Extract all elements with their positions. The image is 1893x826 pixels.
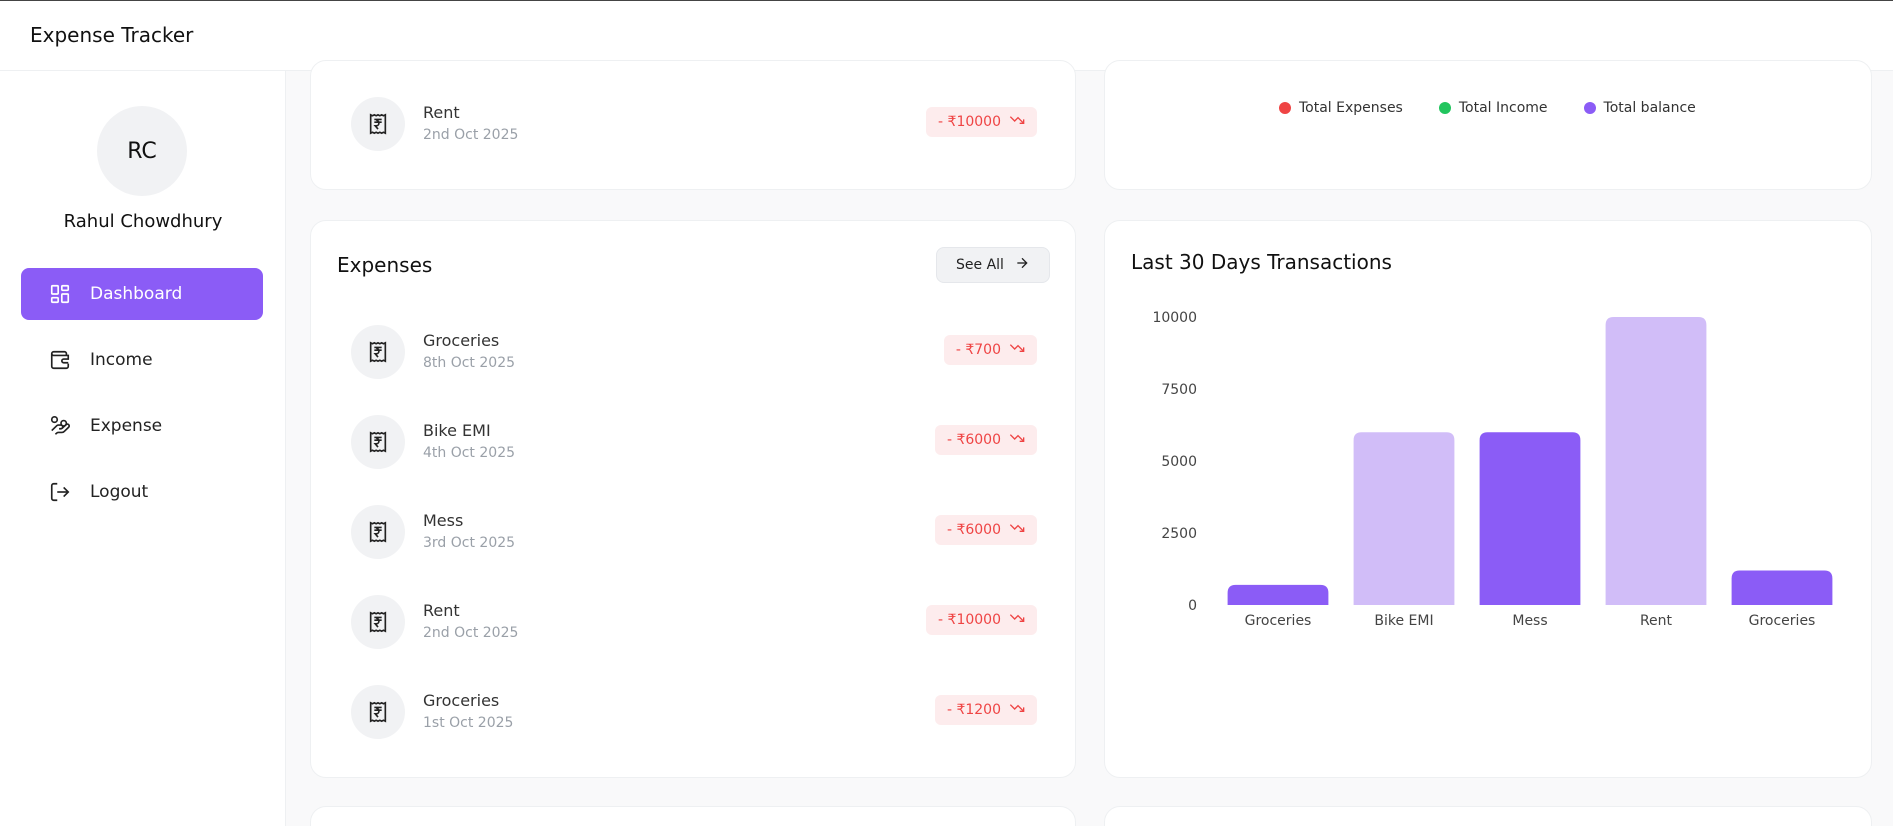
sidebar-item-expense[interactable]: Expense bbox=[21, 400, 263, 452]
y-tick-label: 2500 bbox=[1161, 526, 1197, 542]
transaction-date: 3rd Oct 2025 bbox=[423, 535, 516, 551]
expenses-card: Expenses See All Groceries 8th Oct 2025 - … bbox=[310, 220, 1076, 778]
transaction-date: 1st Oct 2025 bbox=[423, 715, 514, 731]
transaction-date: 2nd Oct 2025 bbox=[423, 127, 519, 143]
chart-bar[interactable] bbox=[1353, 432, 1455, 605]
avatar: RC bbox=[97, 106, 187, 196]
amount-badge: - ₹6000 bbox=[934, 515, 1037, 545]
list-item[interactable]: Mess 3rd Oct 2025 - ₹6000 bbox=[351, 505, 1037, 565]
list-item[interactable]: Rent 2nd Oct 2025 - ₹10000 bbox=[351, 595, 1037, 655]
x-tick-label: Rent bbox=[1640, 613, 1673, 629]
wallet-icon bbox=[48, 348, 72, 372]
y-tick-label: 0 bbox=[1188, 598, 1197, 614]
transaction-name: Bike EMI bbox=[423, 421, 491, 440]
transaction-name: Mess bbox=[423, 511, 464, 530]
transaction-date: 2nd Oct 2025 bbox=[423, 625, 519, 641]
trending-down-icon bbox=[1009, 112, 1025, 132]
amount-text: - ₹10000 bbox=[938, 612, 1001, 628]
trending-down-icon bbox=[1009, 700, 1025, 720]
y-tick-label: 10000 bbox=[1152, 310, 1197, 326]
amount-badge: - ₹10000 bbox=[926, 605, 1037, 635]
list-item[interactable]: Groceries 8th Oct 2025 - ₹700 bbox=[351, 325, 1037, 385]
see-all-button[interactable]: See All bbox=[936, 247, 1050, 283]
see-all-label: See All bbox=[956, 257, 1004, 273]
sidebar-item-label: Expense bbox=[90, 416, 163, 436]
receipt-icon bbox=[351, 415, 405, 469]
y-tick-label: 7500 bbox=[1161, 382, 1197, 398]
transaction-date: 8th Oct 2025 bbox=[423, 355, 516, 371]
sidebar-item-dashboard[interactable]: Dashboard bbox=[21, 268, 263, 320]
legend-dot bbox=[1438, 102, 1451, 114]
chart-bar[interactable] bbox=[1605, 317, 1707, 605]
transaction-name: Groceries bbox=[423, 331, 500, 350]
trending-down-icon bbox=[1009, 610, 1025, 630]
bar-chart: 0 2500 5000 7500 10000 Groceries Bike EMI Mess R… bbox=[1152, 310, 1833, 629]
amount-text: - ₹6000 bbox=[946, 432, 1001, 448]
chart-bar[interactable] bbox=[1227, 584, 1329, 605]
expenses-title: Expenses bbox=[337, 253, 433, 277]
sidebar-item-logout[interactable]: Logout bbox=[21, 466, 263, 518]
amount-badge: - ₹6000 bbox=[934, 425, 1037, 455]
legend-item-income: Total Income bbox=[1438, 100, 1548, 116]
receipt-icon bbox=[351, 505, 405, 559]
list-item[interactable]: Bike EMI 4th Oct 2025 - ₹6000 bbox=[351, 415, 1037, 475]
bottom-left-card bbox=[310, 806, 1076, 826]
sidebar-item-label: Dashboard bbox=[90, 284, 183, 304]
transaction-name: Rent bbox=[423, 103, 460, 122]
list-item[interactable]: Groceries 1st Oct 2025 - ₹1200 bbox=[351, 685, 1037, 745]
sidebar: RC Rahul Chowdhury Dashboard Income Expe… bbox=[0, 71, 286, 826]
legend-item-expenses: Total Expenses bbox=[1279, 100, 1403, 116]
chart-card: Last 30 Days Transactions 0 2500 5000 7500 1… bbox=[1104, 220, 1872, 778]
list-item[interactable]: Rent 2nd Oct 2025 - ₹10000 bbox=[351, 97, 1037, 157]
x-tick-label: Groceries bbox=[1245, 613, 1312, 629]
avatar-initials: RC bbox=[127, 138, 157, 164]
trending-down-icon bbox=[1009, 340, 1025, 360]
amount-text: - ₹6000 bbox=[946, 522, 1001, 538]
amount-badge: - ₹1200 bbox=[934, 695, 1037, 725]
app-title: Expense Tracker bbox=[30, 23, 194, 47]
chart-bar[interactable] bbox=[1731, 570, 1833, 605]
x-tick-label: Bike EMI bbox=[1374, 613, 1433, 629]
trending-down-icon bbox=[1009, 520, 1025, 540]
chart-legend: Total Expenses Total Income Total balanc… bbox=[1279, 100, 1696, 116]
receipt-icon bbox=[351, 595, 405, 649]
legend-item-balance: Total balance bbox=[1583, 100, 1696, 116]
receipt-icon bbox=[351, 685, 405, 739]
hand-coins-icon bbox=[48, 414, 72, 438]
receipt-icon bbox=[351, 325, 405, 379]
bottom-right-card bbox=[1104, 806, 1872, 826]
amount-badge: - ₹10000 bbox=[926, 107, 1037, 137]
user-name: Rahul Chowdhury bbox=[63, 211, 223, 232]
amount-badge: - ₹700 bbox=[943, 335, 1037, 365]
receipt-icon bbox=[351, 97, 405, 151]
recent-transactions-card: Rent 2nd Oct 2025 - ₹10000 bbox=[310, 60, 1076, 190]
x-tick-label: Groceries bbox=[1749, 613, 1816, 629]
legend-label: Total Expenses bbox=[1299, 100, 1403, 116]
sidebar-item-label: Income bbox=[90, 350, 153, 370]
sidebar-item-label: Logout bbox=[90, 482, 149, 502]
amount-text: - ₹10000 bbox=[938, 114, 1001, 130]
x-tick-label: Mess bbox=[1512, 613, 1547, 629]
sidebar-item-income[interactable]: Income bbox=[21, 334, 263, 386]
transaction-name: Groceries bbox=[423, 691, 500, 710]
amount-text: - ₹700 bbox=[955, 342, 1001, 358]
chart-bar[interactable] bbox=[1479, 432, 1581, 605]
transaction-date: 4th Oct 2025 bbox=[423, 445, 516, 461]
legend-dot bbox=[1583, 102, 1596, 114]
legend-dot bbox=[1279, 102, 1291, 114]
dashboard-icon bbox=[48, 282, 72, 306]
legend-label: Total balance bbox=[1603, 100, 1696, 116]
amount-text: - ₹1200 bbox=[946, 702, 1001, 718]
y-tick-label: 5000 bbox=[1161, 454, 1197, 470]
chart-title: Last 30 Days Transactions bbox=[1131, 250, 1392, 274]
trending-down-icon bbox=[1009, 430, 1025, 450]
finance-overview-card bbox=[1104, 60, 1872, 190]
logout-icon bbox=[48, 480, 72, 504]
transaction-name: Rent bbox=[423, 601, 460, 620]
legend-label: Total Income bbox=[1458, 100, 1548, 116]
arrow-right-icon bbox=[1014, 255, 1030, 275]
